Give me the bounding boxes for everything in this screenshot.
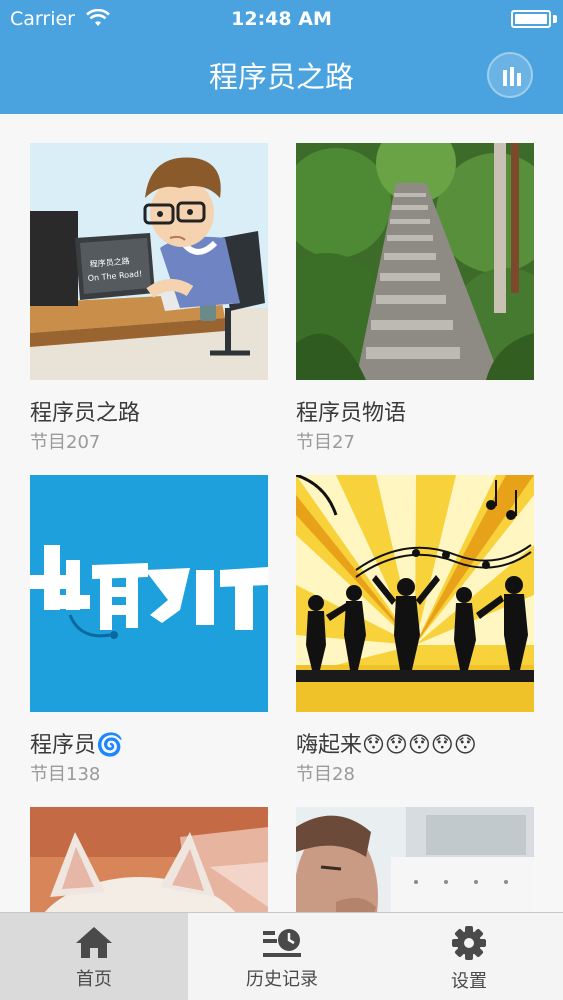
navigation-header: Carrier 12:48 AM 程序员之路 bbox=[0, 0, 563, 114]
program-title: 嗨起来😯😯😯😯😯 bbox=[296, 733, 477, 758]
program-thumbnail[interactable] bbox=[30, 807, 268, 912]
program-card[interactable]: 程序员🌀 节目138 bbox=[30, 475, 268, 786]
clock: 12:48 AM bbox=[231, 8, 332, 30]
bars-icon bbox=[503, 67, 521, 86]
tab-history[interactable]: 历史记录 bbox=[188, 913, 376, 1000]
tab-home[interactable]: 首页 bbox=[0, 913, 188, 1000]
battery-icon bbox=[511, 10, 551, 28]
program-title: 程序员🌀 bbox=[30, 733, 124, 758]
tab-bar: 首页 历史记录 设置 bbox=[0, 912, 563, 1000]
program-episode-count: 节目207 bbox=[30, 432, 101, 453]
home-icon bbox=[76, 927, 112, 958]
tab-settings[interactable]: 设置 bbox=[375, 913, 563, 1000]
program-card[interactable] bbox=[296, 807, 534, 912]
page-title: 程序员之路 bbox=[208, 60, 354, 94]
program-grid: 程序员之路 On The Road! 程序员之路 节目207 程序员物语 节目2… bbox=[0, 114, 563, 912]
program-title: 程序员之路 bbox=[30, 401, 141, 426]
tab-home-label: 首页 bbox=[76, 969, 112, 990]
battery-tip bbox=[553, 15, 557, 23]
program-card[interactable] bbox=[30, 807, 268, 912]
program-episode-count: 节目28 bbox=[296, 764, 355, 785]
program-thumbnail[interactable] bbox=[296, 143, 534, 380]
program-card[interactable]: 程序员物语 节目27 bbox=[296, 143, 534, 454]
status-bar: Carrier 12:48 AM bbox=[0, 0, 563, 38]
program-thumbnail[interactable] bbox=[296, 475, 534, 712]
program-card[interactable]: 嗨起来😯😯😯😯😯 节目28 bbox=[296, 475, 534, 786]
program-episode-count: 节目138 bbox=[30, 764, 101, 785]
program-thumbnail[interactable]: 程序员之路 On The Road! bbox=[30, 143, 268, 380]
program-card[interactable]: 程序员之路 On The Road! 程序员之路 节目207 bbox=[30, 143, 268, 454]
gear-icon bbox=[452, 926, 486, 960]
playlist-button[interactable] bbox=[487, 52, 533, 98]
program-episode-count: 节目27 bbox=[296, 432, 355, 453]
program-title: 程序员物语 bbox=[296, 401, 407, 426]
tab-settings-label: 设置 bbox=[451, 971, 487, 992]
tab-history-label: 历史记录 bbox=[246, 969, 318, 990]
program-thumbnail[interactable] bbox=[296, 807, 534, 912]
history-icon bbox=[263, 929, 301, 957]
program-thumbnail[interactable] bbox=[30, 475, 268, 712]
